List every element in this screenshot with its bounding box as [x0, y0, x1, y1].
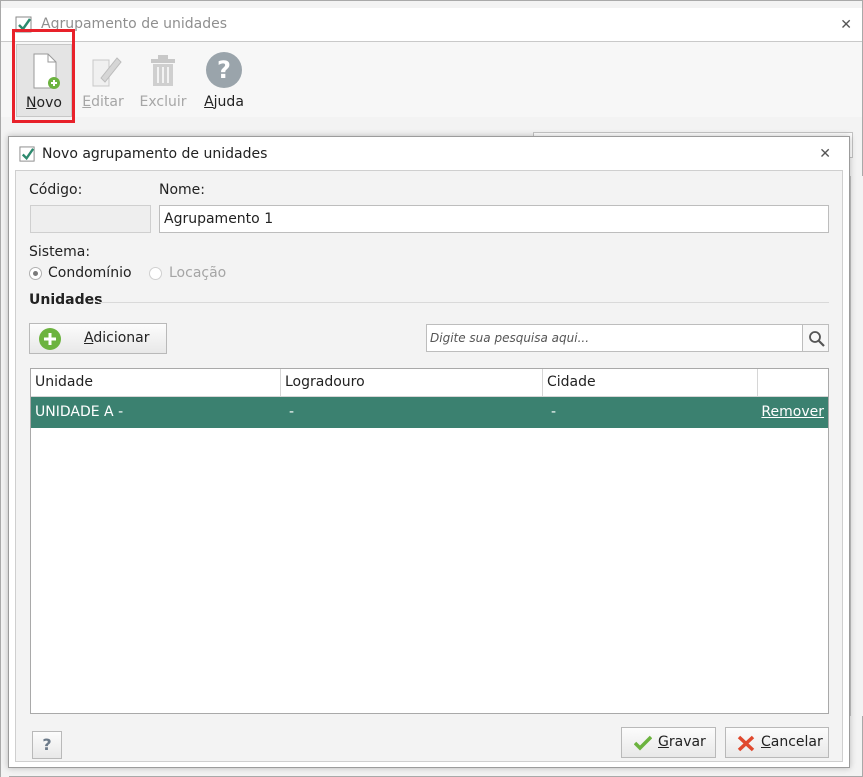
column-header-action [758, 369, 828, 396]
excluir-label: Excluir [139, 94, 187, 110]
novo-label: Novo [26, 95, 62, 111]
locacao-label[interactable]: Locação [169, 265, 226, 281]
column-header-cidade[interactable]: Cidade [543, 369, 758, 396]
dialog-body: Código: Nome: Sistema: Condomínio Locaçã… [15, 170, 843, 762]
novo-button[interactable]: Novo [16, 44, 72, 117]
background-window-title: Agrupamento de unidades [41, 16, 228, 32]
ajuda-button[interactable]: ? Ajuda [194, 44, 254, 116]
nome-label: Nome: [159, 182, 206, 198]
unidades-section-title: Unidades [29, 292, 103, 308]
novo-agrupamento-dialog: Novo agrupamento de unidades ✕ Código: N… [8, 136, 850, 768]
table-row[interactable]: UNIDADE A - - - Remover [31, 397, 828, 428]
help-circle-icon: ? [194, 50, 254, 88]
editar-button[interactable]: Editar [73, 44, 133, 116]
dialog-titlebar: Novo agrupamento de unidades ✕ [9, 137, 849, 170]
unidades-table: Unidade Logradouro Cidade UNIDADE A - - … [30, 368, 829, 714]
nome-field[interactable] [159, 205, 829, 233]
x-icon [737, 735, 755, 756]
check-icon [15, 16, 33, 38]
cancelar-button[interactable]: Cancelar [725, 727, 829, 758]
condominio-label[interactable]: Condomínio [48, 265, 132, 281]
help-button[interactable]: ? [32, 731, 62, 759]
cell-cidade: - [551, 404, 557, 420]
plus-circle-icon [38, 327, 62, 355]
gravar-button[interactable]: Gravar [621, 727, 716, 758]
svg-text:?: ? [217, 56, 231, 84]
background-edge [850, 176, 863, 716]
checkmark-icon [633, 735, 653, 755]
close-icon[interactable]: ✕ [819, 146, 831, 162]
check-icon [19, 146, 36, 167]
locacao-radio[interactable] [149, 267, 162, 280]
condominio-radio[interactable] [29, 267, 42, 280]
background-titlebar: Agrupamento de unidades ✕ [1, 8, 862, 42]
codigo-label: Código: [29, 182, 83, 198]
codigo-field [30, 205, 151, 233]
edit-pencil-icon [73, 50, 133, 88]
search-button[interactable] [802, 324, 829, 352]
cancelar-label: Cancelar [761, 734, 823, 750]
sistema-label: Sistema: [29, 244, 91, 260]
section-divider [98, 302, 829, 303]
table-header: Unidade Logradouro Cidade [31, 369, 828, 397]
adicionar-button[interactable]: Adicionar [29, 323, 167, 354]
editar-label: Editar [82, 94, 124, 110]
cell-unidade: UNIDADE A - [35, 404, 124, 420]
cell-logradouro: - [289, 404, 295, 420]
gravar-label: Gravar [658, 734, 706, 750]
remover-link[interactable]: Remover [761, 397, 824, 428]
excluir-button[interactable]: Excluir [133, 44, 193, 116]
ajuda-label: Ajuda [204, 94, 244, 110]
dialog-title: Novo agrupamento de unidades [42, 146, 268, 162]
trash-icon [133, 50, 193, 88]
adicionar-label: Adicionar [84, 330, 150, 346]
close-icon[interactable]: ✕ [840, 17, 852, 33]
toolbar: Novo Editar Excluir ? Ajuda [1, 42, 862, 118]
column-header-logradouro[interactable]: Logradouro [281, 369, 543, 396]
column-header-unidade[interactable]: Unidade [31, 369, 281, 396]
new-document-icon [17, 51, 71, 89]
search-input[interactable] [426, 324, 803, 352]
